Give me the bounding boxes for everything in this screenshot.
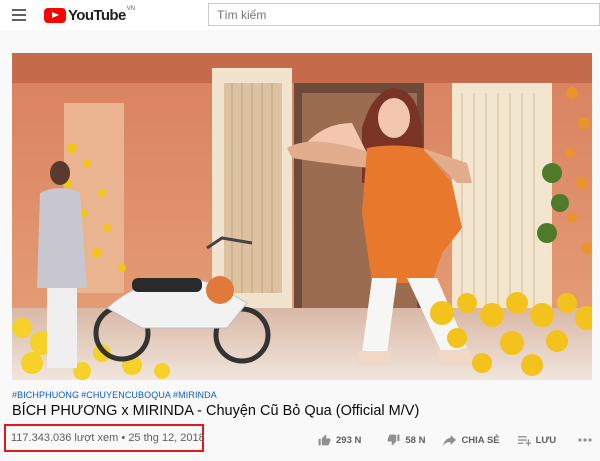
more-actions-button[interactable] bbox=[578, 438, 592, 442]
like-count: 293 N bbox=[336, 434, 362, 446]
separator: • bbox=[121, 432, 126, 444]
hashtag-link[interactable]: #CHUYENCUBOQUA bbox=[81, 390, 171, 400]
hashtags: #BICHPHUONG #CHUYENCUBOQUA #MIRINDA bbox=[12, 390, 219, 400]
youtube-logo[interactable]: YouTube VN bbox=[44, 6, 135, 24]
thumbs-down-icon bbox=[387, 434, 400, 446]
share-label: CHIA SẺ bbox=[461, 434, 500, 446]
video-title: BÍCH PHƯƠNG x MIRINDA - Chuyện Cũ Bỏ Qua… bbox=[12, 403, 420, 419]
video-info: 117.343.036 lượt xem • 25 thg 12, 2018 bbox=[11, 432, 205, 444]
hashtag-link[interactable]: #BICHPHUONG bbox=[12, 390, 79, 400]
like-button[interactable]: 293 N bbox=[318, 434, 361, 446]
upload-date: 25 thg 12, 2018 bbox=[128, 432, 205, 444]
dislike-count: 58 N bbox=[405, 434, 426, 446]
share-arrow-icon bbox=[443, 434, 457, 446]
hamburger-menu-icon[interactable] bbox=[12, 9, 26, 21]
save-label: LƯU bbox=[535, 434, 557, 446]
search-input[interactable] bbox=[209, 4, 599, 25]
video-player[interactable] bbox=[12, 53, 592, 380]
hashtag-link[interactable]: #MIRINDA bbox=[173, 390, 217, 400]
logo-text: YouTube bbox=[68, 6, 126, 24]
view-count: 117.343.036 lượt xem bbox=[11, 432, 119, 444]
top-bar: YouTube VN bbox=[0, 0, 600, 30]
dislike-button[interactable]: 58 N bbox=[387, 434, 425, 446]
video-frame bbox=[12, 53, 592, 380]
save-button[interactable]: LƯU bbox=[517, 434, 557, 446]
search-box[interactable] bbox=[208, 3, 600, 26]
more-horizontal-icon bbox=[578, 438, 592, 442]
thumbs-up-icon bbox=[318, 434, 331, 446]
youtube-play-icon bbox=[44, 7, 66, 23]
share-button[interactable]: CHIA SẺ bbox=[443, 434, 500, 446]
video-actions: 293 N 58 N CHIA SẺ LƯU bbox=[318, 432, 592, 448]
view-count-highlight-box: 117.343.036 lượt xem • 25 thg 12, 2018 bbox=[4, 424, 205, 452]
playlist-add-icon bbox=[517, 435, 531, 446]
country-code: VN bbox=[126, 6, 136, 12]
